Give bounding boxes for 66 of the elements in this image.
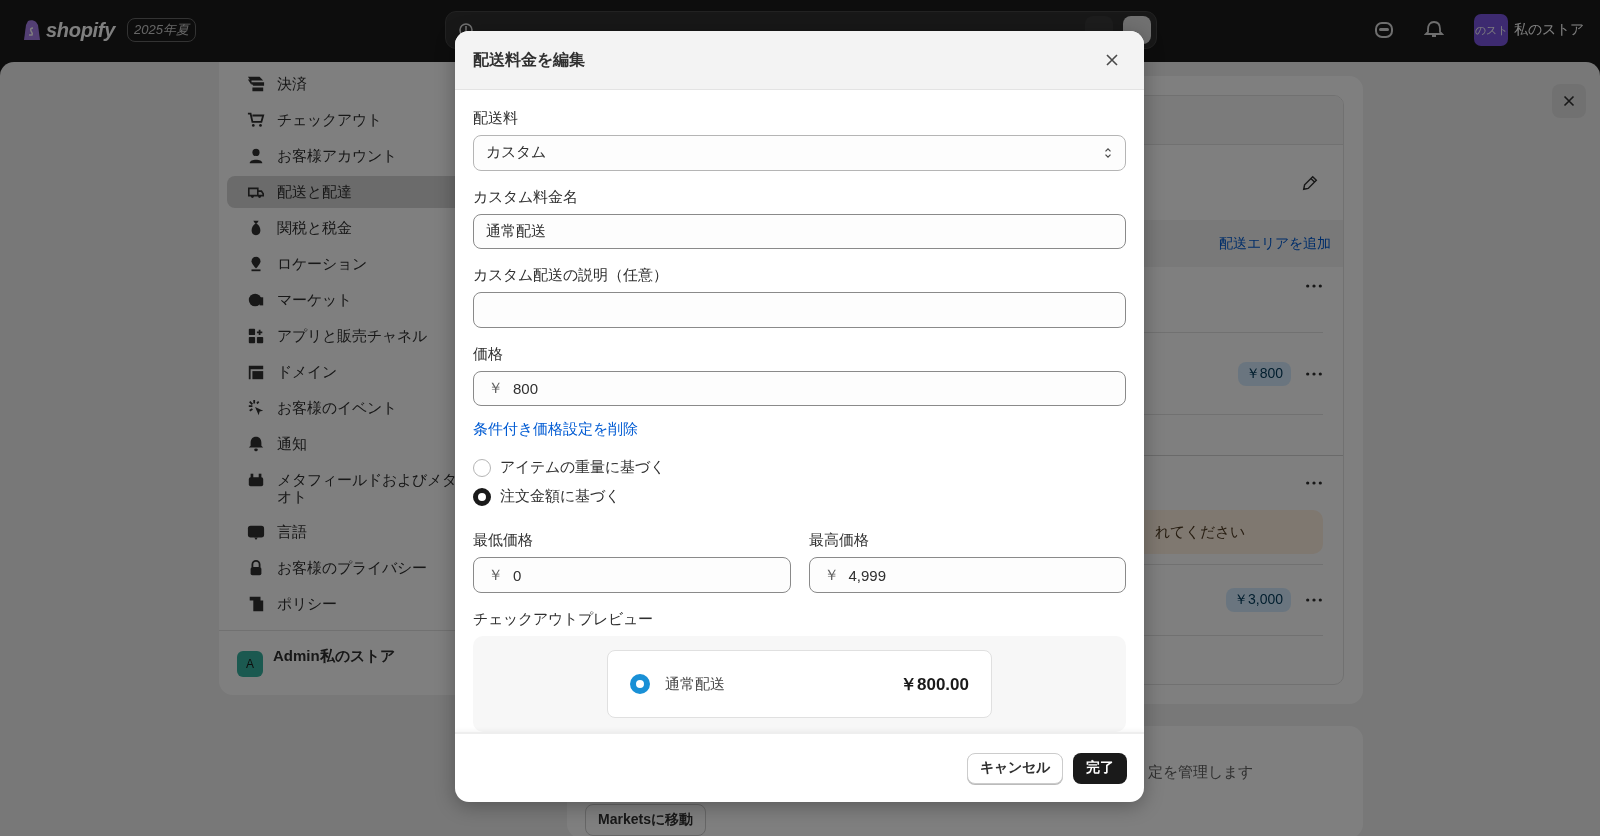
sidebar-item[interactable]: 通知 <box>227 428 473 460</box>
browser-icon <box>247 363 265 381</box>
field-label: カスタム配送の説明（任意） <box>473 266 669 285</box>
done-button[interactable]: 完了 <box>1073 752 1127 784</box>
bell-icon <box>247 435 265 453</box>
store-name[interactable]: 私のストア <box>1514 21 1584 39</box>
person-icon <box>247 147 265 165</box>
price-field[interactable]: ￥ 800 <box>473 370 1126 406</box>
edition-badge: 2025年夏 <box>127 18 196 42</box>
user-avatar[interactable]: A <box>237 651 263 677</box>
sidebar-item[interactable]: ポリシー <box>227 588 473 620</box>
pencil-icon[interactable] <box>1301 173 1319 192</box>
sidebar-item[interactable]: ロケーション <box>227 248 473 280</box>
sidekick-icon[interactable] <box>1374 20 1394 40</box>
cancel-button[interactable]: キャンセル <box>967 752 1063 784</box>
min-price-field[interactable]: ￥ 0 <box>473 557 791 593</box>
radio-label[interactable]: アイテムの重量に基づく <box>500 458 665 477</box>
field-label: カスタム料金名 <box>473 187 579 207</box>
cursor-click-icon <box>247 399 265 417</box>
radio-button[interactable] <box>473 487 491 506</box>
add-zone-link[interactable]: 配送エリアを追加 <box>1219 234 1331 253</box>
apps-icon <box>247 327 265 345</box>
sidebar-item[interactable]: お客様のイベント <box>227 392 473 424</box>
chevron-up-down-icon <box>1103 145 1113 160</box>
section-label: チェックアウトプレビュー <box>473 610 654 629</box>
sidebar-item[interactable]: マーケット <box>227 284 473 316</box>
shipping-option-price: ￥800.00 <box>900 673 969 696</box>
logo-text[interactable]: shopify <box>46 18 115 42</box>
store-avatar[interactable]: のスト <box>1474 14 1508 46</box>
field-label: 価格 <box>473 344 504 364</box>
bell-icon[interactable] <box>1424 20 1444 40</box>
field-label: 最低価格 <box>473 531 534 550</box>
more-icon[interactable] <box>1305 597 1323 603</box>
user-name[interactable]: Admin私のストア <box>273 647 395 666</box>
max-price-field[interactable]: ￥ 4,999 <box>808 557 1126 593</box>
sidebar-item[interactable]: お客様のプライバシー <box>227 552 473 584</box>
rate-name-field[interactable]: 通常配送 <box>473 213 1126 249</box>
field-label: 配送料 <box>473 109 519 128</box>
sidebar-item[interactable]: 関税と税金 <box>227 212 473 244</box>
more-icon[interactable] <box>1305 480 1323 486</box>
sidebar-item[interactable]: 言語 <box>227 516 473 548</box>
sidebar-item[interactable]: メタフィールドおよびメタオト <box>227 464 473 512</box>
description-field[interactable] <box>473 292 1126 328</box>
rate-price: ￥800 <box>1237 361 1291 386</box>
radio-label[interactable]: 注文金額に基づく <box>500 487 620 506</box>
radio-button[interactable] <box>630 674 650 694</box>
sidebar-item[interactable]: チェックアウト <box>227 104 473 136</box>
remove-conditions-link[interactable]: 条件付き価格設定を削除 <box>473 420 638 439</box>
more-icon[interactable] <box>1305 283 1323 289</box>
sidebar-item[interactable]: 決済 <box>227 68 473 100</box>
tray-icon <box>247 471 265 489</box>
rate-type-select[interactable]: カスタム <box>473 135 1126 171</box>
shipping-option-name: 通常配送 <box>665 674 725 694</box>
cart-icon <box>247 111 265 129</box>
go-to-markets-button[interactable]: Marketsに移動 <box>585 804 706 836</box>
radio-button[interactable] <box>473 458 491 477</box>
sidebar-item[interactable]: ドメイン <box>227 356 473 388</box>
field-label: 最高価格 <box>808 531 870 550</box>
markets-description: 定を管理します <box>1148 763 1253 782</box>
sidebar-item[interactable]: お客様アカウント <box>227 140 473 172</box>
more-icon[interactable] <box>1305 370 1323 377</box>
dialog-title: 配送料金を編集 <box>473 49 585 70</box>
rate-price: ￥3,000 <box>1225 588 1291 612</box>
document-icon <box>247 595 265 613</box>
sidebar-item[interactable]: アプリと販売チャネル <box>227 320 473 352</box>
shopping-bag-icon <box>22 19 42 41</box>
